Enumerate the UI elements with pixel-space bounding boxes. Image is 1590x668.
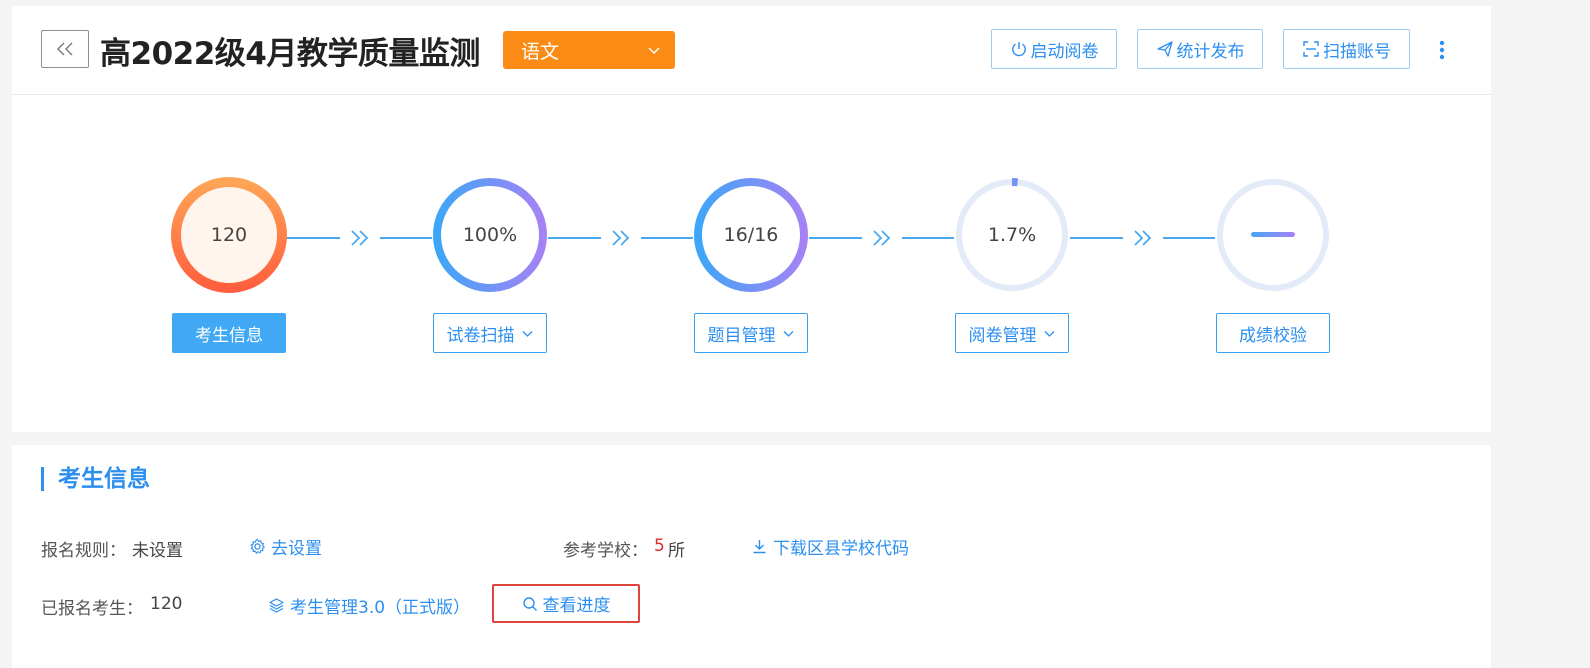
chevron-down-icon bbox=[1044, 330, 1054, 337]
step-value: 100% bbox=[462, 224, 518, 246]
step-value: 1.7% bbox=[987, 224, 1037, 246]
exam-overview-panel: 高2022级4月教学质量监测 语文 启动阅卷 统计发布 扫描账号 120 考生信… bbox=[12, 6, 1491, 432]
send-icon bbox=[1156, 41, 1173, 57]
back-button[interactable] bbox=[41, 30, 89, 68]
school-label: 参考学校： bbox=[563, 541, 648, 561]
step-button-label: 试卷扫描 bbox=[446, 325, 515, 346]
search-icon bbox=[522, 596, 537, 611]
step-connector-line bbox=[1162, 237, 1215, 239]
scan-account-button[interactable]: 扫描账号 bbox=[1283, 29, 1410, 69]
step-connector-line bbox=[901, 237, 954, 239]
double-chevron-right-icon bbox=[611, 230, 629, 246]
student-management-label: 考生管理3.0（正式版） bbox=[290, 598, 471, 618]
school-unit: 所 bbox=[668, 541, 685, 561]
double-chevron-right-icon bbox=[872, 230, 890, 246]
school-count: 5 bbox=[654, 536, 665, 556]
chevron-down-icon bbox=[648, 47, 660, 54]
power-icon bbox=[1011, 42, 1026, 57]
publish-stats-button[interactable]: 统计发布 bbox=[1137, 29, 1263, 69]
step-connector-line bbox=[287, 237, 340, 239]
page-title: 高2022级4月教学质量监测 bbox=[100, 36, 480, 72]
step-value: 120 bbox=[210, 224, 248, 246]
rule-value: 未设置 bbox=[132, 541, 183, 561]
gear-icon bbox=[250, 538, 265, 554]
start-marking-button[interactable]: 启动阅卷 bbox=[991, 29, 1117, 69]
double-chevron-right-icon bbox=[350, 230, 368, 246]
subject-selected-value: 语文 bbox=[521, 40, 560, 63]
view-progress-button[interactable]: 查看进度 bbox=[492, 584, 640, 623]
layers-icon bbox=[269, 598, 284, 613]
step-connector-line bbox=[379, 237, 432, 239]
step-button-label: 考生信息 bbox=[195, 325, 263, 346]
step-progress-ring bbox=[1215, 177, 1331, 293]
registered-label: 已报名考生： bbox=[41, 599, 143, 619]
rule-label: 报名规则： bbox=[41, 541, 126, 561]
more-options-button[interactable] bbox=[1432, 36, 1452, 64]
step-progress-ring: 120 bbox=[171, 177, 287, 293]
step-button-label: 题目管理 bbox=[707, 325, 776, 346]
step-button-2[interactable]: 试卷扫描 bbox=[433, 313, 547, 353]
student-management-link[interactable]: 考生管理3.0（正式版） bbox=[268, 593, 470, 618]
go-settings-label: 去设置 bbox=[271, 539, 322, 559]
start-marking-label: 启动阅卷 bbox=[1030, 41, 1099, 62]
double-chevron-left-icon bbox=[57, 42, 73, 56]
scan-icon bbox=[1303, 41, 1319, 57]
step-button-label: 成绩校验 bbox=[1239, 325, 1307, 346]
go-settings-link[interactable]: 去设置 bbox=[249, 534, 322, 559]
student-info-panel: 考生信息 报名规则： 未设置 去设置 参考学校： 5 所 下载区县学校代码 已报… bbox=[12, 445, 1491, 668]
page-header: 高2022级4月教学质量监测 语文 启动阅卷 统计发布 扫描账号 bbox=[12, 6, 1491, 95]
double-chevron-right-icon bbox=[1133, 230, 1151, 246]
step-button-3[interactable]: 题目管理 bbox=[694, 313, 808, 353]
step-value: 16/16 bbox=[723, 224, 779, 246]
download-icon bbox=[753, 540, 766, 554]
scan-account-label: 扫描账号 bbox=[1323, 41, 1391, 62]
subject-select[interactable]: 语文 bbox=[503, 31, 675, 69]
step-button-label: 阅卷管理 bbox=[968, 325, 1037, 346]
registered-value: 120 bbox=[150, 594, 183, 614]
step-button-1[interactable]: 考生信息 bbox=[172, 313, 286, 353]
publish-stats-label: 统计发布 bbox=[1176, 41, 1245, 62]
section-title: 考生信息 bbox=[41, 467, 150, 491]
more-vertical-icon bbox=[1439, 40, 1445, 60]
step-progress-ring: 100% bbox=[432, 177, 548, 293]
chevron-down-icon bbox=[522, 330, 532, 337]
download-school-codes-link[interactable]: 下载区县学校代码 bbox=[751, 534, 909, 559]
step-progress-ring: 16/16 bbox=[693, 177, 809, 293]
chevron-down-icon bbox=[783, 330, 793, 337]
view-progress-label: 查看进度 bbox=[542, 596, 611, 616]
step-button-5[interactable]: 成绩校验 bbox=[1216, 313, 1330, 353]
step-button-4[interactable]: 阅卷管理 bbox=[955, 313, 1069, 353]
step-value bbox=[1215, 177, 1331, 293]
step-connector-line bbox=[1070, 237, 1123, 239]
step-connector-line bbox=[809, 237, 862, 239]
step-connector-line bbox=[640, 237, 693, 239]
download-school-codes-label: 下载区县学校代码 bbox=[773, 539, 909, 559]
step-connector-line bbox=[548, 237, 601, 239]
step-progress-ring: 1.7% bbox=[954, 177, 1070, 293]
